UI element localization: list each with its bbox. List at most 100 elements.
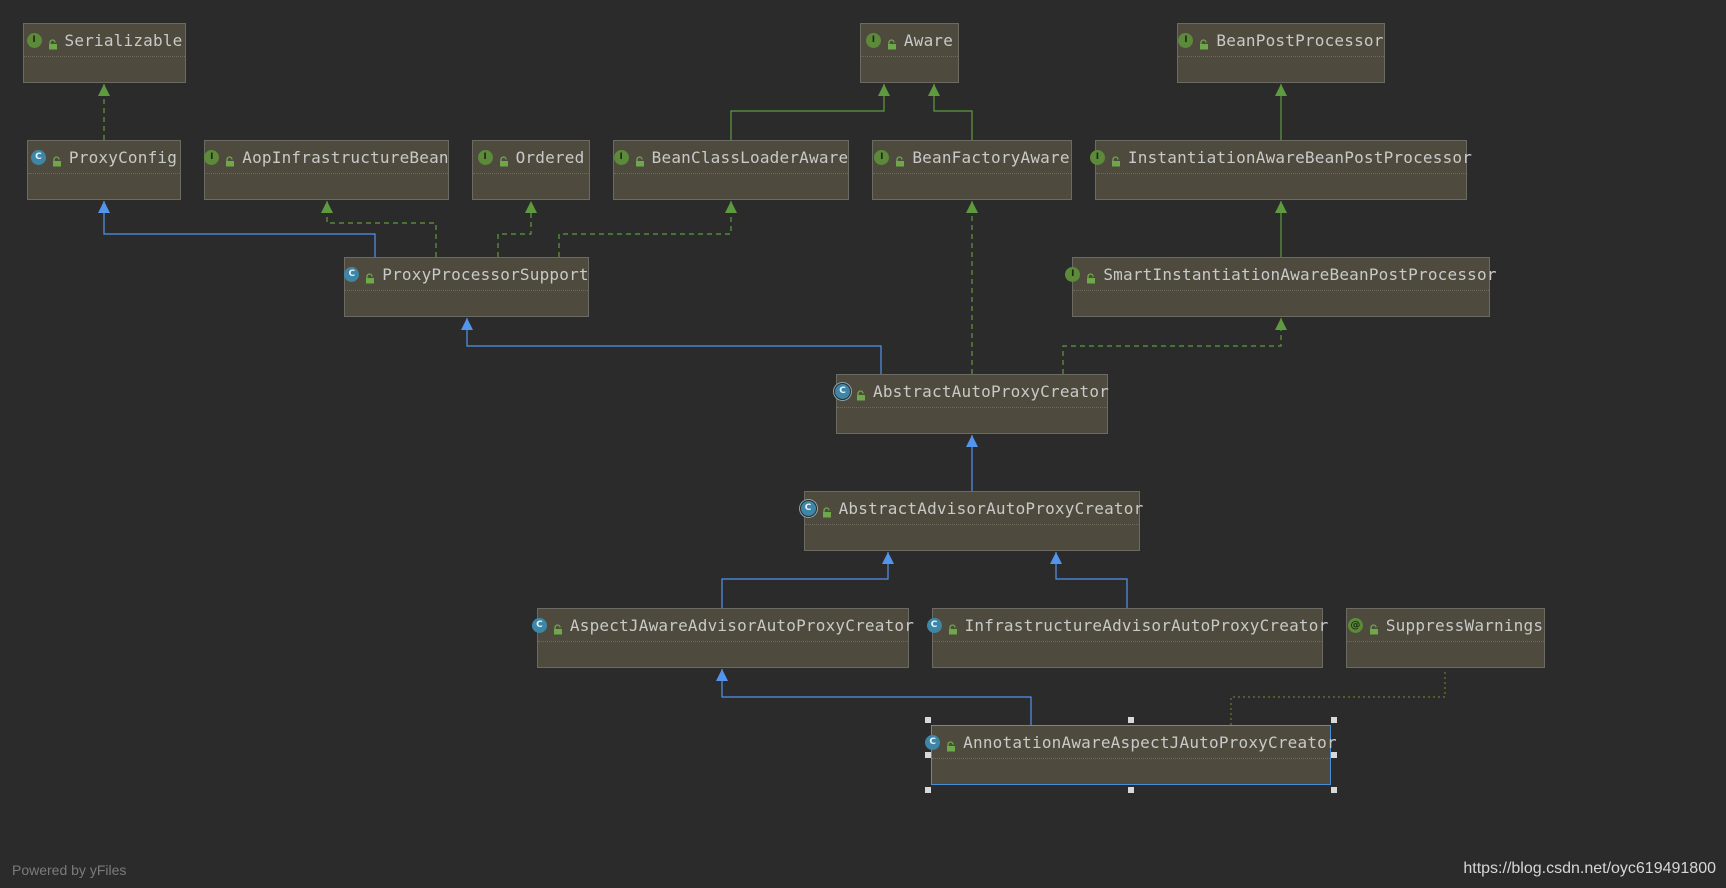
node-infrastructure-advisor-auto-proxy-creator[interactable]: C InfrastructureAdvisorAutoProxyCreator <box>926 608 1328 668</box>
node-label: BeanPostProcessor <box>1216 30 1384 50</box>
node-abstract-auto-proxy-creator[interactable]: C AbstractAutoProxyCreator <box>835 374 1109 434</box>
node-label: SuppressWarnings <box>1385 615 1544 635</box>
arrowhead-infrastructure-advisor-auto-proxy-creator-to-abstract-advisor-auto-proxy-creator <box>1050 552 1062 564</box>
node-header: C AnnotationAwareAspectJAutoProxyCreator <box>925 726 1337 759</box>
public-lock-icon <box>856 386 867 400</box>
resize-handle[interactable] <box>1331 752 1337 758</box>
node-header: C AbstractAutoProxyCreator <box>835 375 1109 408</box>
node-label: BeanClassLoaderAware <box>651 147 849 167</box>
node-label: InstantiationAwareBeanPostProcessor <box>1127 147 1473 167</box>
node-header: I SmartInstantiationAwareBeanPostProcesso… <box>1065 258 1496 291</box>
resize-handle[interactable] <box>925 752 931 758</box>
public-lock-icon <box>553 620 564 634</box>
node-header: I BeanClassLoaderAware <box>613 141 849 174</box>
node-label: Ordered <box>515 147 585 167</box>
abstract-class-icon: C <box>835 383 850 399</box>
node-label: InfrastructureAdvisorAutoProxyCreator <box>964 615 1329 635</box>
node-suppress-warnings[interactable]: @ SuppressWarnings <box>1346 608 1545 668</box>
public-lock-icon <box>48 35 59 49</box>
node-smart-instantiation-aware-bpp[interactable]: I SmartInstantiationAwareBeanPostProcesso… <box>1065 257 1496 317</box>
public-lock-icon <box>1086 269 1097 283</box>
resize-handle[interactable] <box>925 787 931 793</box>
resize-handle[interactable] <box>925 717 931 723</box>
resize-handle[interactable] <box>1331 717 1337 723</box>
arrowhead-abstract-auto-proxy-creator-to-bean-factory-aware <box>966 201 978 213</box>
edge-annotation-aware-aspectj-auto-proxy-creator-to-aspectj-aware-advisor-auto-proxy-creator <box>721 669 1032 725</box>
node-annotation-aware-aspectj-auto-proxy-creator[interactable]: C AnnotationAwareAspectJAutoProxyCreator <box>925 725 1337 785</box>
arrowhead-bean-factory-aware-to-aware <box>928 84 940 96</box>
node-aspectj-aware-advisor-auto-proxy-creator[interactable]: C AspectJAwareAdvisorAutoProxyCreator <box>531 608 914 668</box>
interface-icon: I <box>477 149 493 165</box>
node-label: Aware <box>903 30 954 50</box>
public-lock-icon <box>822 503 833 517</box>
class-icon: C <box>30 149 46 165</box>
node-label: AspectJAwareAdvisorAutoProxyCreator <box>569 615 915 635</box>
interface-icon: I <box>204 149 220 165</box>
node-label: ProxyProcessorSupport <box>382 264 589 284</box>
class-icon: C <box>344 266 360 282</box>
resize-handle[interactable] <box>1331 787 1337 793</box>
interface-icon: I <box>1065 266 1081 282</box>
edge-infrastructure-advisor-auto-proxy-creator-to-abstract-advisor-auto-proxy-creator <box>1055 552 1128 608</box>
resize-handle[interactable] <box>1128 787 1134 793</box>
arrowhead-aspectj-aware-advisor-auto-proxy-creator-to-abstract-advisor-auto-proxy-creator <box>882 552 894 564</box>
node-header: I InstantiationAwareBeanPostProcessor <box>1089 141 1472 174</box>
arrowhead-annotation-aware-aspectj-auto-proxy-creator-to-aspectj-aware-advisor-auto-proxy-creator <box>716 669 728 681</box>
node-label: AnnotationAwareAspectJAutoProxyCreator <box>963 732 1337 752</box>
public-lock-icon <box>365 269 376 283</box>
public-lock-icon <box>499 152 510 166</box>
edge-proxy-processor-support-to-proxy-config <box>103 201 376 257</box>
node-header: C AbstractAdvisorAutoProxyCreator <box>800 492 1143 525</box>
node-proxy-config[interactable]: C ProxyConfig <box>27 140 181 200</box>
node-label: BeanFactoryAware <box>912 147 1070 167</box>
interface-icon: I <box>1089 149 1105 165</box>
public-lock-icon <box>946 737 957 751</box>
node-aop-infrastructure-bean[interactable]: I AopInfrastructureBean <box>204 140 449 200</box>
edge-aspectj-aware-advisor-auto-proxy-creator-to-abstract-advisor-auto-proxy-creator <box>721 552 889 608</box>
node-header: I Aware <box>861 24 958 57</box>
interface-icon: I <box>1178 32 1194 48</box>
public-lock-icon <box>225 152 236 166</box>
node-bean-class-loader-aware[interactable]: I BeanClassLoaderAware <box>613 140 849 200</box>
watermark-url: https://blog.csdn.net/oyc619491800 <box>1463 860 1716 877</box>
node-instantiation-aware-bpp[interactable]: I InstantiationAwareBeanPostProcessor <box>1089 140 1472 200</box>
node-header: I Serializable <box>24 24 185 57</box>
interface-icon: I <box>865 32 881 48</box>
class-icon: C <box>926 617 942 633</box>
public-lock-icon <box>887 35 898 49</box>
class-icon: C <box>531 617 547 633</box>
edge-proxy-processor-support-to-ordered <box>497 201 532 257</box>
public-lock-icon <box>52 152 63 166</box>
interface-icon: I <box>26 32 42 48</box>
node-header: C InfrastructureAdvisorAutoProxyCreator <box>926 609 1328 642</box>
node-bean-factory-aware[interactable]: I BeanFactoryAware <box>872 140 1072 200</box>
node-aware[interactable]: I Aware <box>860 23 959 83</box>
edge-bean-class-loader-aware-to-aware <box>730 84 885 140</box>
class-icon: C <box>925 734 941 750</box>
edge-abstract-auto-proxy-creator-to-proxy-processor-support <box>466 318 882 374</box>
abstract-class-icon: C <box>800 500 816 516</box>
resize-handle[interactable] <box>1128 717 1134 723</box>
arrowhead-proxy-processor-support-to-ordered <box>525 201 537 213</box>
edges-layer <box>98 84 1446 725</box>
node-label: ProxyConfig <box>68 147 178 167</box>
arrowhead-bean-class-loader-aware-to-aware <box>878 84 890 96</box>
public-lock-icon <box>1199 35 1210 49</box>
node-abstract-advisor-auto-proxy-creator[interactable]: C AbstractAdvisorAutoProxyCreator <box>800 491 1143 551</box>
node-serializable[interactable]: I Serializable <box>23 23 186 83</box>
edge-abstract-auto-proxy-creator-to-smart-instantiation-aware-bpp <box>1062 318 1282 374</box>
node-label: Serializable <box>64 30 183 50</box>
public-lock-icon <box>1111 152 1122 166</box>
arrowhead-proxy-processor-support-to-proxy-config <box>98 201 110 213</box>
arrowhead-abstract-auto-proxy-creator-to-smart-instantiation-aware-bpp <box>1275 318 1287 330</box>
powered-by-label: Powered by yFiles <box>12 862 127 878</box>
annotation-icon: @ <box>1347 617 1363 633</box>
node-label: AopInfrastructureBean <box>242 147 449 167</box>
node-proxy-processor-support[interactable]: C ProxyProcessorSupport <box>344 257 589 317</box>
node-bean-post-processor[interactable]: I BeanPostProcessor <box>1177 23 1385 83</box>
edge-proxy-processor-support-to-bean-class-loader-aware <box>558 201 732 257</box>
interface-icon: I <box>874 149 890 165</box>
node-label: AbstractAutoProxyCreator <box>873 381 1109 401</box>
node-ordered[interactable]: I Ordered <box>472 140 590 200</box>
arrowhead-proxy-config-to-serializable <box>98 84 110 96</box>
